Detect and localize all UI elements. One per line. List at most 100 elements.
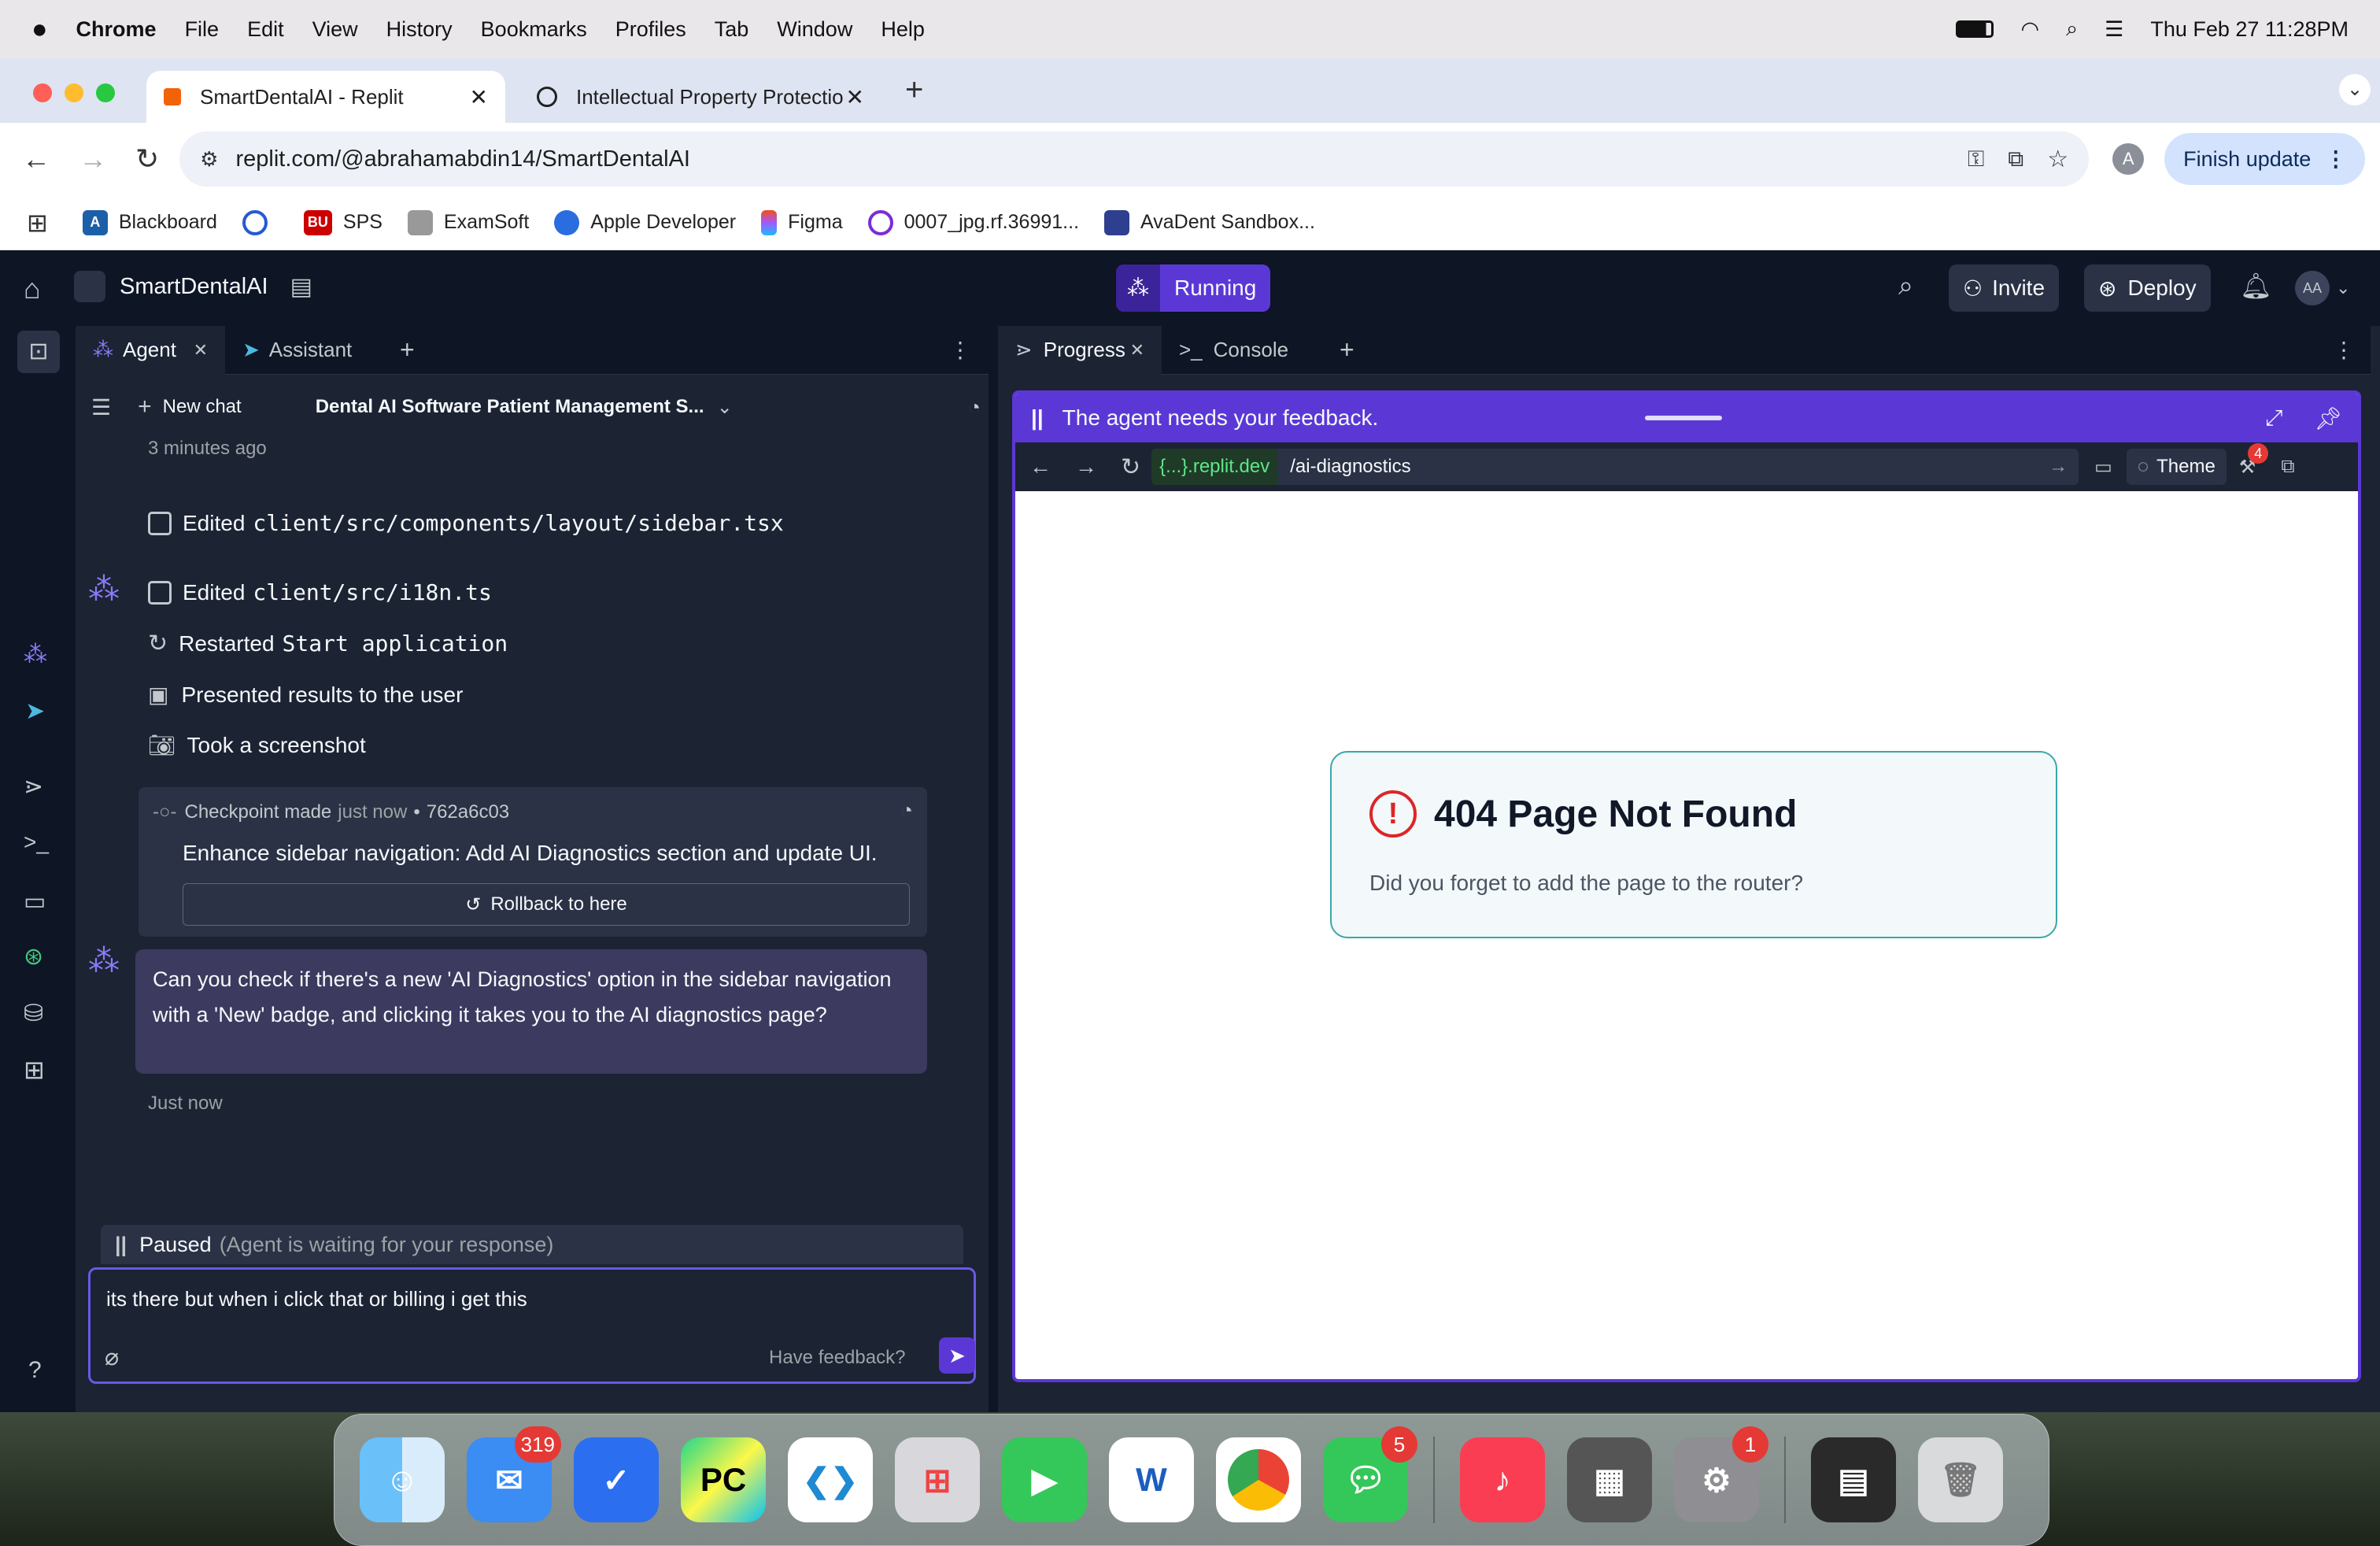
database-tool-icon[interactable]: ⛁ xyxy=(24,1000,43,1027)
chat-input-box[interactable]: its there but when i click that or billi… xyxy=(88,1267,976,1384)
project-title-group[interactable]: SmartDentalAI ▤ xyxy=(74,271,312,302)
apple-icon[interactable]: ● xyxy=(31,14,48,45)
webview-url-bar[interactable]: {...}.replit.dev /ai-diagnostics → xyxy=(1151,449,2079,485)
pin-icon[interactable]: 📌︎ xyxy=(2314,405,2342,431)
menubar-clock[interactable]: Thu Feb 27 11:28PM xyxy=(2150,17,2349,42)
mail-icon[interactable]: ✉ 319 xyxy=(467,1426,561,1522)
menu-view[interactable]: View xyxy=(312,17,358,42)
add-tab-icon[interactable]: + xyxy=(1340,335,1354,364)
tab-ip-protection[interactable]: Intellectual Property Protectio ✕ xyxy=(519,71,881,123)
new-chat-plus-icon[interactable]: + xyxy=(138,394,152,420)
kebab-menu-icon[interactable]: ⋮ xyxy=(2325,147,2346,172)
tab-search-button[interactable]: ⌄ xyxy=(2339,74,2371,105)
attachment-icon[interactable]: ⌀ xyxy=(105,1344,119,1371)
rollback-button[interactable]: ↺ Rollback to here xyxy=(183,883,910,926)
expand-icon[interactable]: ⤢ xyxy=(2265,405,2282,431)
checkpoint-hash[interactable]: 762a6c03 xyxy=(427,801,509,823)
open-new-tab-icon[interactable]: ⧉ xyxy=(2281,456,2294,478)
help-icon[interactable]: ? xyxy=(28,1357,42,1384)
omnibox[interactable]: ⚙ replit.com/@abrahamabdin14/SmartDental… xyxy=(179,131,2090,187)
search-icon[interactable]: ⌕ xyxy=(1898,271,1913,301)
pane-menu-icon[interactable]: ⋮ xyxy=(2333,337,2355,363)
bookmark-sps[interactable]: BU SPS xyxy=(303,209,382,235)
reload-icon[interactable]: ↻ xyxy=(1121,453,1140,481)
bookmark-blackboard[interactable]: A Blackboard xyxy=(82,209,217,235)
facetime-icon[interactable]: ▶ xyxy=(1002,1437,1087,1522)
run-status-button[interactable]: ⁂ Running xyxy=(1116,264,1271,312)
chat-history-icon[interactable]: ☰ xyxy=(91,394,111,420)
feedback-link[interactable]: Have feedback? xyxy=(769,1347,905,1369)
finder-icon[interactable]: ☺ xyxy=(360,1437,445,1522)
maximize-window-button[interactable] xyxy=(96,83,115,102)
trash-icon[interactable]: 🗑︎ xyxy=(1918,1437,2003,1522)
tab-close-icon[interactable]: ✕ xyxy=(1130,340,1144,361)
tab-agent[interactable]: ⁂ Agent ✕ xyxy=(76,325,225,375)
tab-smartdentalai[interactable]: SmartDentalAI - Replit ✕ xyxy=(146,71,505,123)
speedometer-icon[interactable]: ◔ xyxy=(900,798,913,823)
deployments-tool-icon[interactable]: ⊛ xyxy=(24,943,43,971)
project-info-icon[interactable]: ▤ xyxy=(290,273,312,301)
tab-close-icon[interactable]: ✕ xyxy=(194,340,208,361)
chevron-down-icon[interactable]: ⌄ xyxy=(717,396,733,419)
word-icon[interactable]: W xyxy=(1109,1437,1194,1522)
bookmark-0007-jpg[interactable]: 0007_jpg.rf.36991... xyxy=(867,209,1079,235)
tab-close-icon[interactable]: ✕ xyxy=(470,84,488,110)
menu-history[interactable]: History xyxy=(386,17,453,42)
action-restarted[interactable]: ↻ Restarted Start application xyxy=(148,630,508,657)
tab-assistant[interactable]: ➤ Assistant xyxy=(225,326,382,375)
close-window-button[interactable] xyxy=(33,83,52,102)
pane-menu-icon[interactable]: ⋮ xyxy=(949,337,971,363)
apps-grid-icon[interactable]: ⊞ xyxy=(27,208,48,238)
new-chat-button[interactable]: New chat xyxy=(163,396,242,418)
menu-file[interactable]: File xyxy=(185,17,220,42)
reload-icon[interactable]: ↻ xyxy=(135,142,159,176)
menu-profiles[interactable]: Profiles xyxy=(615,17,686,42)
action-screenshot[interactable]: 📷︎ Took a screenshot xyxy=(148,732,366,758)
chat-title[interactable]: Dental AI Software Patient Management S.… xyxy=(316,396,704,418)
calculator-icon[interactable]: ▦ xyxy=(1567,1437,1652,1522)
music-icon[interactable]: ♪ xyxy=(1460,1437,1545,1522)
tab-console[interactable]: >_ Console xyxy=(1162,326,1319,375)
forward-arrow-icon[interactable]: → xyxy=(1075,454,1097,479)
battery-icon[interactable] xyxy=(1956,20,1994,38)
site-info-icon[interactable]: ⚙ xyxy=(200,147,218,172)
bookmark-avadent[interactable]: AvaDent Sandbox... xyxy=(1104,209,1315,235)
menu-help[interactable]: Help xyxy=(881,17,925,42)
url-text[interactable]: replit.com/@abrahamabdin14/SmartDentalAI xyxy=(235,146,690,172)
chrome-icon[interactable] xyxy=(1216,1437,1301,1522)
messages-icon[interactable]: 💬︎ 5 xyxy=(1323,1426,1417,1522)
drag-handle[interactable] xyxy=(1645,416,1722,420)
menu-app-name[interactable]: Chrome xyxy=(76,17,157,42)
menu-window[interactable]: Window xyxy=(777,17,852,42)
vscode-icon[interactable]: ❮❯ xyxy=(788,1437,873,1522)
menu-bookmarks[interactable]: Bookmarks xyxy=(481,17,587,42)
file-tree-icon[interactable]: ⊡ xyxy=(17,331,60,373)
tasks-icon[interactable]: ✓ xyxy=(574,1437,659,1522)
tab-progress[interactable]: ⋗ Progress ✕ xyxy=(998,325,1162,375)
forward-arrow-icon[interactable]: → xyxy=(79,142,107,176)
user-menu[interactable]: AA ⌄ xyxy=(2295,271,2350,305)
url-path[interactable]: /ai-diagnostics xyxy=(1290,456,1410,478)
pycharm-icon[interactable]: PC xyxy=(681,1437,766,1522)
back-arrow-icon[interactable]: ← xyxy=(22,142,50,176)
agent-tool-icon[interactable]: ⁂ xyxy=(24,641,47,668)
home-icon[interactable]: ⌂ xyxy=(24,272,41,305)
new-tab-button[interactable]: + xyxy=(905,72,923,108)
install-app-icon[interactable]: ⧉ xyxy=(2008,146,2023,172)
chat-input-text[interactable]: its there but when i click that or billi… xyxy=(106,1287,527,1311)
progress-tool-icon[interactable]: ⋗ xyxy=(24,773,43,801)
bookmark-star-icon[interactable]: ☆ xyxy=(2047,146,2068,173)
device-preview-icon[interactable]: ▭ xyxy=(2094,456,2112,479)
control-center-icon[interactable]: ☰ xyxy=(2105,17,2123,42)
console-tool-icon[interactable]: >_ xyxy=(24,830,49,855)
bookmark-examsoft[interactable]: ExamSoft xyxy=(407,209,529,235)
send-button[interactable]: ➤ xyxy=(939,1337,975,1374)
profile-avatar[interactable]: A xyxy=(2112,143,2145,175)
menu-tab[interactable]: Tab xyxy=(715,17,749,42)
back-arrow-icon[interactable]: ← xyxy=(1029,454,1051,479)
password-key-icon[interactable]: ⚿ xyxy=(1968,146,1984,172)
launchpad-icon[interactable]: ⊞ xyxy=(895,1437,980,1522)
bookmark-q[interactable] xyxy=(242,209,279,235)
minimize-window-button[interactable] xyxy=(65,83,83,102)
action-edited-i18n[interactable]: Edited client/src/i18n.ts xyxy=(148,579,492,605)
